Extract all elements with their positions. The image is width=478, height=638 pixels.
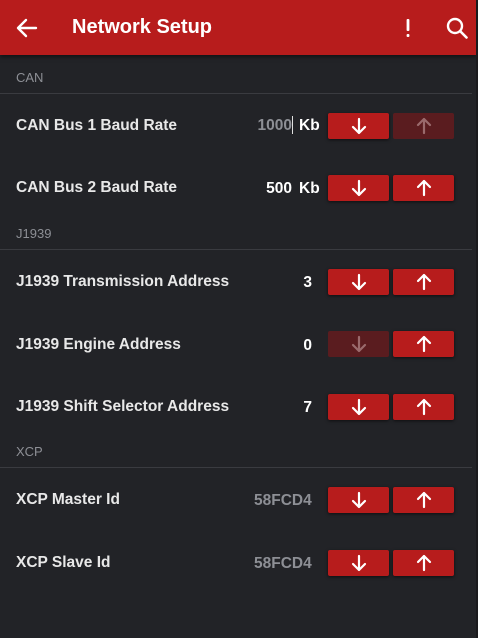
arrow-up-icon: [416, 273, 431, 291]
j1939-transmission-address-value[interactable]: 3: [303, 274, 312, 292]
j1939-engine-increment-button[interactable]: [393, 331, 454, 357]
xcp-slave-id-decrement-button[interactable]: [328, 550, 389, 576]
can-bus-1-increment-button[interactable]: [393, 113, 454, 139]
can-bus-1-decrement-button[interactable]: [328, 113, 389, 139]
arrow-down-icon: [351, 491, 366, 509]
divider: [0, 467, 472, 468]
arrow-up-icon: [416, 117, 431, 135]
can-bus-1-unit: Kb: [299, 117, 320, 134]
j1939-transmission-decrement-button[interactable]: [328, 269, 389, 295]
arrow-up-icon: [416, 554, 431, 572]
can-bus-2-decrement-button[interactable]: [328, 175, 389, 201]
xcp-slave-id-value[interactable]: 58FCD4: [254, 555, 312, 573]
arrow-up-icon: [416, 491, 431, 509]
app-bar: Network Setup: [0, 0, 476, 55]
arrow-down-icon: [351, 179, 366, 197]
arrow-down-icon: [351, 554, 366, 572]
can-bus-2-label: CAN Bus 2 Baud Rate: [16, 179, 178, 196]
can-bus-1-label: CAN Bus 1 Baud Rate: [16, 117, 178, 134]
alert-icon[interactable]: [396, 11, 420, 45]
xcp-master-id-decrement-button[interactable]: [328, 487, 389, 513]
xcp-slave-id-increment-button[interactable]: [393, 550, 454, 576]
arrow-up-icon: [416, 179, 431, 197]
search-icon[interactable]: [440, 11, 474, 45]
section-header-xcp: XCP: [16, 444, 43, 459]
section-header-can: CAN: [16, 70, 44, 85]
can-bus-1-value[interactable]: 1000: [258, 117, 292, 135]
arrow-down-icon: [351, 117, 366, 135]
can-bus-2-unit: Kb: [299, 180, 320, 197]
page-title: Network Setup: [72, 16, 213, 38]
divider: [0, 93, 472, 94]
arrow-down-icon: [351, 335, 366, 353]
xcp-slave-id-label: XCP Slave Id: [16, 554, 111, 571]
divider: [0, 249, 472, 250]
arrow-down-icon: [351, 398, 366, 416]
j1939-shift-selector-decrement-button[interactable]: [328, 394, 389, 420]
text-cursor: [292, 116, 293, 134]
back-arrow-icon[interactable]: [10, 11, 44, 45]
j1939-shift-selector-increment-button[interactable]: [393, 394, 454, 420]
can-bus-2-increment-button[interactable]: [393, 175, 454, 201]
xcp-master-id-label: XCP Master Id: [16, 491, 120, 508]
can-bus-2-value[interactable]: 500: [266, 180, 292, 198]
xcp-master-id-increment-button[interactable]: [393, 487, 454, 513]
section-header-j1939: J1939: [16, 226, 52, 241]
xcp-master-id-value[interactable]: 58FCD4: [254, 492, 312, 510]
arrow-up-icon: [416, 398, 431, 416]
j1939-shift-selector-address-value[interactable]: 7: [303, 399, 312, 417]
j1939-transmission-address-label: J1939 Transmission Address: [16, 273, 230, 290]
j1939-engine-address-value[interactable]: 0: [303, 337, 312, 355]
j1939-shift-selector-address-label: J1939 Shift Selector Address: [16, 398, 230, 415]
arrow-down-icon: [351, 273, 366, 291]
j1939-transmission-increment-button[interactable]: [393, 269, 454, 295]
j1939-engine-decrement-button[interactable]: [328, 331, 389, 357]
j1939-engine-address-label: J1939 Engine Address: [16, 336, 181, 353]
arrow-up-icon: [416, 335, 431, 353]
